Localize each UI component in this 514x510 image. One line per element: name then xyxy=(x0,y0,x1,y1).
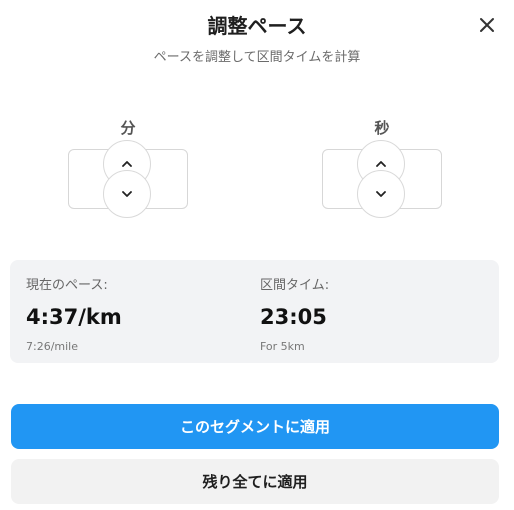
seconds-spinner: 秒 xyxy=(322,116,442,218)
close-icon xyxy=(480,18,494,32)
current-pace-mile: 7:26/mile xyxy=(26,340,79,353)
current-pace-section: 現在のペース: 4:37/km 7:26/mile xyxy=(26,277,122,353)
split-time-value: 23:05 xyxy=(260,305,327,329)
split-time-label: 区間タイム: xyxy=(260,278,330,293)
pace-info-panel: 現在のペース: 4:37/km 7:26/mile 区間タイム: 23:05 F… xyxy=(10,260,499,363)
split-time-distance: For 5km xyxy=(260,340,305,353)
minutes-input[interactable] xyxy=(68,140,188,218)
dialog-title: 調整ペース xyxy=(207,14,307,38)
apply-segment-button[interactable]: このセグメントに適用 xyxy=(11,404,499,449)
seconds-label: 秒 xyxy=(374,119,390,137)
minutes-decrement-button[interactable] xyxy=(103,170,151,218)
current-pace-label: 現在のペース: xyxy=(26,278,108,293)
split-time-section: 区間タイム: 23:05 For 5km xyxy=(260,277,329,353)
chevron-up-icon xyxy=(376,161,386,167)
close-button[interactable] xyxy=(476,14,498,36)
dialog-subtitle: ペースを調整して区間タイムを計算 xyxy=(153,50,361,65)
chevron-up-icon xyxy=(122,161,132,167)
chevron-down-icon xyxy=(376,191,386,197)
chevron-down-icon xyxy=(122,191,132,197)
seconds-decrement-button[interactable] xyxy=(357,170,405,218)
seconds-input[interactable] xyxy=(322,140,442,218)
minutes-spinner: 分 xyxy=(68,116,188,218)
apply-all-button[interactable]: 残り全てに適用 xyxy=(11,459,499,504)
current-pace-value: 4:37/km xyxy=(26,305,122,329)
minutes-label: 分 xyxy=(120,119,136,137)
